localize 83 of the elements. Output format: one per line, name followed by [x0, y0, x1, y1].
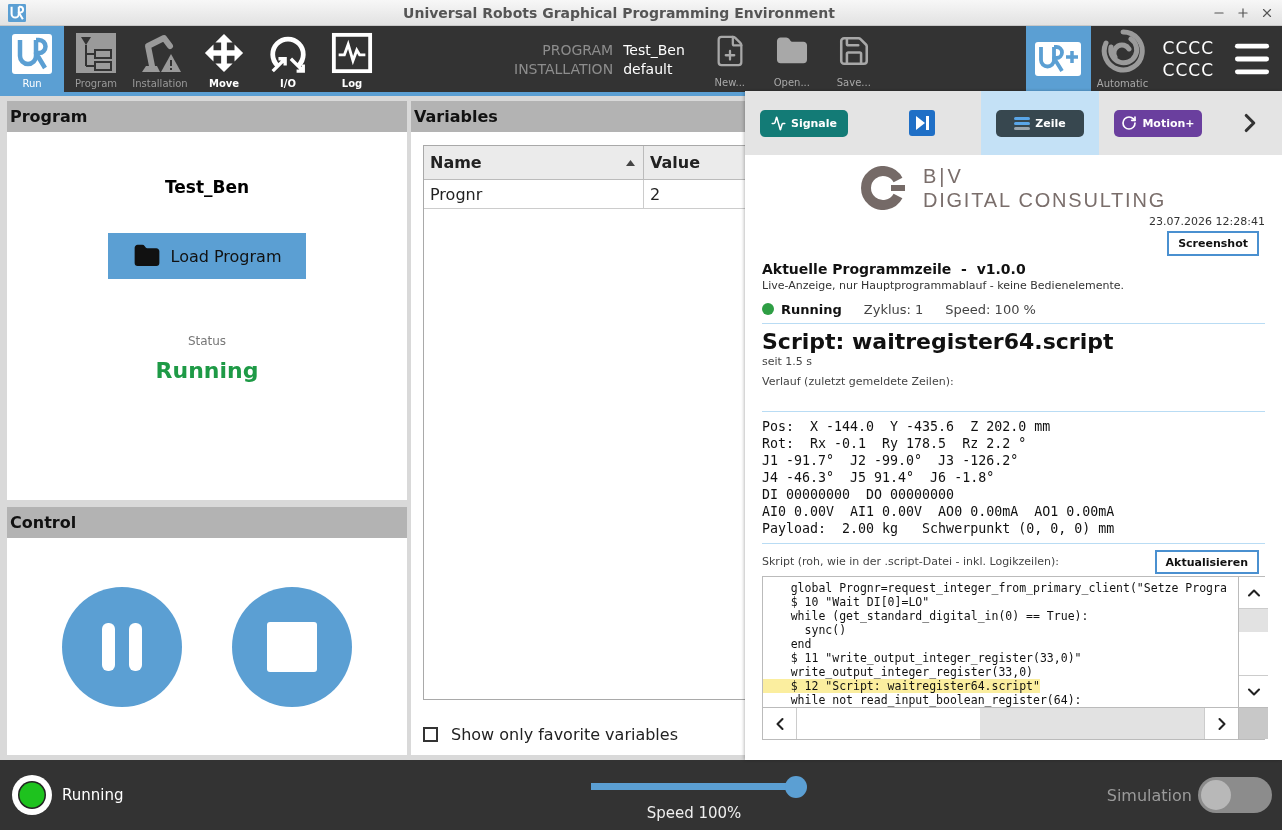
mode-button[interactable]: Automatic: [1090, 26, 1155, 92]
side-tab[interactable]: Zeile: [981, 91, 1099, 155]
status-value: Running: [155, 358, 259, 383]
four-way-arrow-icon: [203, 32, 245, 74]
waveform-icon: [331, 32, 373, 74]
program-name: Test_Ben: [164, 177, 250, 197]
rotate-icon: [1121, 115, 1138, 131]
info-value: Test_Ben: [623, 41, 685, 58]
code-line: while not read_input_boolean_register(64):: [789, 693, 1082, 707]
sort-ascending-icon: [626, 159, 635, 166]
speed-value: Speed: 100 %: [945, 301, 1036, 317]
favorites-checkbox[interactable]: [423, 727, 438, 742]
column-header[interactable]: Name: [424, 146, 644, 180]
code-line: end: [789, 637, 812, 651]
nav-tab[interactable]: Log: [320, 26, 384, 92]
column-title: Name: [430, 153, 482, 172]
logo-icon: [12, 34, 52, 74]
robot-status: Running: [62, 786, 124, 804]
scrollbar-thumb[interactable]: [1239, 609, 1268, 632]
readout-line: J1 -91.7° J2 -99.0° J3 -126.2°: [762, 452, 1020, 469]
refresh-button[interactable]: Aktualisieren: [1154, 550, 1259, 574]
checkbox-label: Show only favorite variables: [451, 725, 678, 744]
history-label: Verlauf (zuletzt gemeldete Zeilen):: [762, 375, 955, 389]
readout-line: AI0 0.00V AI1 0.00V AO0 0.00mA AO1 0.00mA: [762, 503, 1116, 520]
column-title: Value: [650, 153, 701, 172]
script-label: Skript (roh, wie in der .script-Datei - inkl. Logikzeilen):: [762, 555, 1059, 569]
scrollbar-thumb[interactable]: [980, 708, 1204, 739]
stop-icon: [267, 621, 317, 672]
readout-line: Payload: 2.00 kg Schwerpunkt (0, 0, 0) mm: [762, 520, 1116, 537]
info-value: default: [623, 60, 674, 77]
simulation-label: Simulation: [1106, 785, 1192, 805]
tab-button[interactable]: Motion+: [1114, 109, 1202, 137]
screenshot-button[interactable]: Screenshot: [1167, 231, 1259, 256]
toggle-thumb: [1201, 780, 1231, 810]
app-logo-icon: [8, 3, 26, 22]
tab-button[interactable]: Zeile: [996, 109, 1084, 137]
maximize-icon[interactable]: [1236, 5, 1250, 20]
panel-header: Variables: [411, 101, 745, 132]
panel-header: Control: [7, 507, 407, 538]
current-line-title: Script: waitregister64.script: [762, 329, 1115, 355]
status-label: Status: [187, 334, 227, 348]
readout-line: DI 00000000 DO 00000000: [762, 486, 956, 503]
panel-subtitle: Live-Anzeige, nur Hauptprogrammablauf - keine Bedienelemente.: [762, 279, 1126, 292]
code-line: sync(): [803, 623, 847, 637]
logo-name: DIGITAL CONSULTING: [922, 191, 1167, 209]
pause-icon: [102, 622, 142, 671]
logo-mark: B|V: [922, 167, 965, 185]
timestamp: 23.07.2026 12:28:41: [1149, 215, 1265, 229]
column-header[interactable]: Value: [644, 146, 745, 180]
swirl-icon: [1100, 29, 1145, 73]
code-line: global Prognr=request_integer_from_primary_client("Setze Progra: [789, 581, 1227, 595]
company-logo-icon: [860, 166, 905, 210]
code-line: $ 11 "write_output_integer_register(33,0)": [789, 651, 1082, 665]
logo-plus-icon: [1035, 42, 1081, 76]
pulse-icon: [770, 115, 786, 131]
speed-slider-thumb[interactable]: [785, 775, 807, 798]
readout-line: Pos: X -144.0 Y -435.6 Z 202.0 mm: [762, 418, 1052, 435]
user-code: CCCC: [1162, 60, 1214, 80]
tab-button[interactable]: Signale: [760, 109, 848, 137]
info-label: INSTALLATION: [514, 60, 614, 77]
table-cell: Prognr: [424, 180, 644, 209]
nav-tab[interactable]: I/O: [256, 26, 320, 92]
logo-plus-button[interactable]: [1025, 26, 1091, 92]
simulation-toggle[interactable]: [1198, 777, 1272, 813]
user-code: CCCC: [1162, 38, 1214, 58]
panel-header: Program: [7, 101, 407, 132]
skip-forward-icon[interactable]: [909, 110, 935, 136]
readout-line: Rot: Rx -0.1 Ry 178.5 Rz 2.2 °: [762, 435, 1028, 452]
speed-label: Speed 100%: [646, 803, 742, 822]
window-title: Universal Robots Graphical Programming Environment: [402, 4, 836, 21]
elapsed-time: seit 1.5 s: [762, 355, 814, 369]
code-line: write_output_integer_register(33,0): [789, 665, 1034, 679]
readout-line: J4 -46.3° J5 91.4° J6 -1.8°: [762, 469, 996, 486]
program-tree-icon: [75, 32, 117, 74]
cycle-count: Zyklus: 1: [863, 301, 924, 317]
lines-icon: [1014, 116, 1031, 130]
code-line: while (get_standard_digital_in(0) == True):: [789, 609, 1089, 623]
nav-tab[interactable]: Move: [192, 26, 256, 92]
info-label: PROGRAM: [541, 41, 614, 58]
run-state: Running: [781, 301, 842, 317]
code-line: $ 10 "Wait DI[0]=LO": [789, 595, 930, 609]
panel-heading: Aktuelle Programmzeile - v1.0.0: [762, 261, 1027, 278]
load-program-button[interactable]: Load Program: [108, 233, 306, 279]
